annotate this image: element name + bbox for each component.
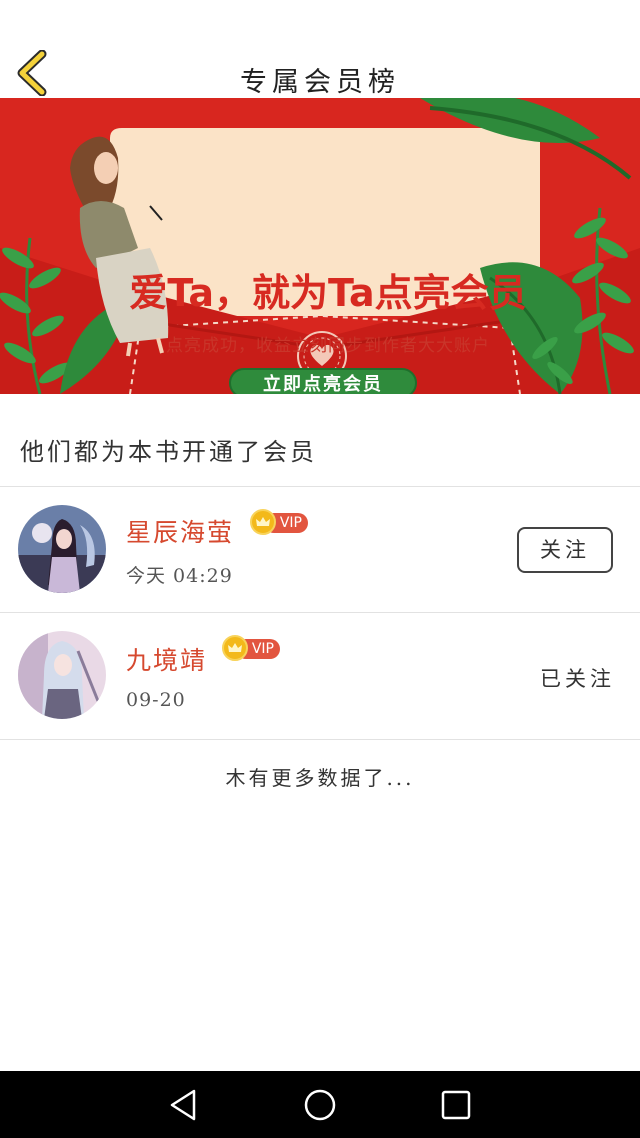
no-more-data-text: 木有更多数据了... (225, 766, 415, 790)
recents-square-icon[interactable] (438, 1087, 474, 1123)
divider (0, 739, 640, 740)
member-name[interactable]: 星辰海萤 (126, 513, 234, 549)
follow-button[interactable]: 关注 (517, 527, 613, 573)
banner-subtitle: 点亮成功，收益立刻同步到作者大大账户 (166, 336, 490, 356)
member-row[interactable]: 九境靖 VIP 09-20 已关注 (0, 613, 640, 739)
member-name[interactable]: 九境靖 (126, 641, 207, 677)
member-row[interactable]: 星辰海萤 VIP 今天 04:29 关注 (0, 487, 640, 613)
avatar[interactable] (18, 631, 106, 719)
vip-badge: VIP (250, 509, 310, 535)
member-time: 今天 04:29 (126, 565, 233, 587)
banner-title: 爱Ta，就为Ta点亮会员 (129, 271, 527, 315)
avatar-image (18, 505, 106, 593)
crown-icon (250, 509, 276, 535)
back-triangle-icon[interactable] (166, 1087, 202, 1123)
followed-status[interactable]: 已关注 (540, 663, 615, 693)
page-title: 专属会员榜 (240, 67, 400, 98)
avatar[interactable] (18, 505, 106, 593)
vip-badge: VIP (222, 635, 282, 661)
promo-banner[interactable]: 爱Ta，就为Ta点亮会员 点亮成功，收益立刻同步到作者大大账户 立即点亮会员 (0, 98, 640, 394)
member-time: 09-20 (126, 689, 186, 711)
avatar-image (18, 631, 106, 719)
system-nav-bar (0, 1071, 640, 1138)
home-circle-icon[interactable] (302, 1087, 338, 1123)
crown-icon (222, 635, 248, 661)
light-up-membership-button[interactable]: 立即点亮会员 (229, 368, 417, 394)
header: 专属会员榜 (0, 0, 640, 98)
section-title: 他们都为本书开通了会员 (20, 438, 317, 466)
